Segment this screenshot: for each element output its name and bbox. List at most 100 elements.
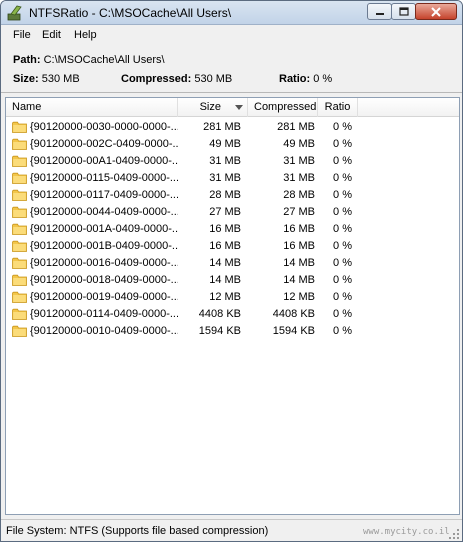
row-name: {90120000-0010-0409-0000-...: [30, 325, 178, 337]
folder-icon: [12, 291, 27, 303]
folder-icon: [12, 189, 27, 201]
row-size: 16 MB: [209, 240, 241, 252]
column-header-name[interactable]: Name: [6, 98, 178, 117]
close-icon: [431, 6, 441, 17]
compressed-label: Compressed:: [121, 73, 192, 85]
row-size: 4408 KB: [198, 308, 241, 320]
table-row[interactable]: {90120000-002C-0409-0000-... 49 MB 49 MB 0 …: [6, 136, 459, 153]
row-size: 14 MB: [209, 257, 241, 269]
table-row[interactable]: {90120000-0117-0409-0000-... 28 MB 28 MB 0 …: [6, 187, 459, 204]
table-row[interactable]: {90120000-0030-0000-0000-... 281 MB 281 MB…: [6, 119, 459, 136]
table-row[interactable]: {90120000-0019-0409-0000-... 12 MB 12 MB 0 …: [6, 289, 459, 306]
row-name: {90120000-00A1-0409-0000-...: [30, 155, 178, 167]
row-name: {90120000-0117-0409-0000-...: [30, 189, 178, 201]
ratio-row: Ratio: 0 %: [279, 73, 332, 85]
table-row[interactable]: {90120000-00A1-0409-0000-... 31 MB 31 MB 0 …: [6, 153, 459, 170]
maximize-button[interactable]: [391, 3, 416, 20]
folder-icon: [12, 155, 27, 167]
row-compressed: 28 MB: [283, 189, 315, 201]
row-ratio: 0 %: [333, 291, 352, 303]
row-ratio: 0 %: [333, 325, 352, 337]
table-row[interactable]: {90120000-0010-0409-0000-... 1594 KB 1594 …: [6, 323, 459, 340]
list-body: {90120000-0030-0000-0000-... 281 MB 281 MB…: [6, 119, 459, 340]
folder-list[interactable]: Name Size Compressed Ratio {90120000-003…: [5, 97, 460, 515]
table-row[interactable]: {90120000-001A-0409-0000-... 16 MB 16 MB 0 …: [6, 221, 459, 238]
row-size: 31 MB: [209, 155, 241, 167]
folder-icon: [12, 274, 27, 286]
row-compressed: 4408 KB: [272, 308, 315, 320]
row-compressed: 14 MB: [283, 274, 315, 286]
row-ratio: 0 %: [333, 223, 352, 235]
row-size: 16 MB: [209, 223, 241, 235]
row-size: 27 MB: [209, 206, 241, 218]
menu-edit[interactable]: Edit: [42, 29, 61, 41]
row-compressed: 12 MB: [283, 291, 315, 303]
title-bar[interactable]: NTFSRatio - C:\MSOCache\All Users\: [1, 1, 462, 25]
row-compressed: 281 MB: [277, 121, 315, 133]
row-ratio: 0 %: [333, 206, 352, 218]
row-name: {90120000-001B-0409-0000-...: [30, 240, 178, 252]
row-size: 28 MB: [209, 189, 241, 201]
row-name: {90120000-001A-0409-0000-...: [30, 223, 178, 235]
menu-help[interactable]: Help: [74, 29, 97, 41]
row-size: 281 MB: [203, 121, 241, 133]
ntfsratio-app-icon: [7, 5, 22, 21]
row-ratio: 0 %: [333, 274, 352, 286]
ratio-label: Ratio:: [279, 73, 311, 85]
table-row[interactable]: {90120000-0115-0409-0000-... 31 MB 31 MB 0 …: [6, 170, 459, 187]
column-header-compressed[interactable]: Compressed: [248, 98, 318, 117]
sort-descending-icon: [235, 105, 243, 110]
path-label: Path:: [13, 54, 41, 66]
row-ratio: 0 %: [333, 172, 352, 184]
ratio-value: 0 %: [313, 73, 333, 85]
row-compressed: 16 MB: [283, 223, 315, 235]
folder-icon: [12, 308, 27, 320]
row-name: {90120000-0018-0409-0000-...: [30, 274, 178, 286]
status-bar: File System: NTFS (Supports file based c…: [1, 519, 462, 541]
row-ratio: 0 %: [333, 189, 352, 201]
table-row[interactable]: {90120000-0044-0409-0000-... 27 MB 27 MB 0 …: [6, 204, 459, 221]
row-ratio: 0 %: [333, 257, 352, 269]
row-name: {90120000-0115-0409-0000-...: [30, 172, 178, 184]
row-size: 31 MB: [209, 172, 241, 184]
table-row[interactable]: {90120000-001B-0409-0000-... 16 MB 16 MB 0 …: [6, 238, 459, 255]
row-size: 1594 KB: [198, 325, 241, 337]
row-ratio: 0 %: [333, 308, 352, 320]
size-value: 530 MB: [41, 73, 80, 85]
row-size: 12 MB: [209, 291, 241, 303]
table-row[interactable]: {90120000-0114-0409-0000-... 4408 KB 4408 …: [6, 306, 459, 323]
close-button[interactable]: [415, 3, 457, 20]
minimize-button[interactable]: [367, 3, 392, 20]
folder-icon: [12, 325, 27, 337]
menu-file[interactable]: File: [13, 29, 31, 41]
folder-icon: [12, 138, 27, 150]
row-compressed: 14 MB: [283, 257, 315, 269]
row-name: {90120000-0019-0409-0000-...: [30, 291, 178, 303]
resize-grip-icon[interactable]: [448, 528, 460, 540]
row-compressed: 31 MB: [283, 155, 315, 167]
row-ratio: 0 %: [333, 121, 352, 133]
row-compressed: 1594 KB: [272, 325, 315, 337]
table-row[interactable]: {90120000-0016-0409-0000-... 14 MB 14 MB 0 …: [6, 255, 459, 272]
row-ratio: 0 %: [333, 240, 352, 252]
status-text: File System: NTFS (Supports file based c…: [6, 525, 269, 537]
path-value: C:\MSOCache\All Users\: [43, 54, 165, 66]
folder-icon: [12, 240, 27, 252]
row-compressed: 16 MB: [283, 240, 315, 252]
folder-icon: [12, 121, 27, 133]
compressed-row: Compressed: 530 MB: [121, 73, 232, 85]
window-title: NTFSRatio - C:\MSOCache\All Users\: [29, 6, 232, 20]
row-size: 14 MB: [209, 274, 241, 286]
folder-icon: [12, 206, 27, 218]
table-row[interactable]: {90120000-0018-0409-0000-... 14 MB 14 MB 0 …: [6, 272, 459, 289]
column-header-ratio[interactable]: Ratio: [318, 98, 358, 117]
folder-icon: [12, 172, 27, 184]
folder-icon: [12, 257, 27, 269]
maximize-icon: [398, 6, 409, 16]
watermark-text: www.mycity.co.il: [363, 527, 450, 537]
row-compressed: 27 MB: [283, 206, 315, 218]
minimize-icon: [375, 12, 384, 15]
row-size: 49 MB: [209, 138, 241, 150]
row-ratio: 0 %: [333, 155, 352, 167]
path-row: Path: C:\MSOCache\All Users\: [13, 54, 165, 66]
